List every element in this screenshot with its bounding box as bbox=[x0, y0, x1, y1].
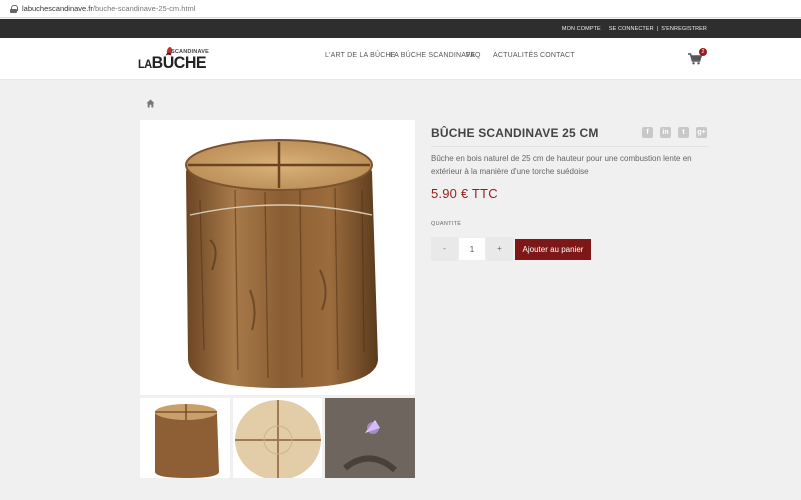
google-plus-icon[interactable]: g+ bbox=[696, 127, 707, 138]
my-account-link[interactable]: MON COMPTE bbox=[562, 26, 601, 32]
nav-item-art-de-la-buche[interactable]: L'ART DE LA BÛCHE bbox=[325, 52, 396, 59]
link-separator: | bbox=[656, 25, 659, 32]
quantity-decrease-button[interactable]: - bbox=[431, 237, 458, 261]
login-link[interactable]: SE CONNECTER bbox=[609, 26, 654, 32]
home-icon[interactable] bbox=[146, 95, 155, 108]
product-main-image[interactable] bbox=[140, 120, 415, 395]
url-path: /buche-scandinave-25-cm.html bbox=[92, 4, 196, 13]
top-bar: MON COMPTE SE CONNECTER | S'ENREGISTRER bbox=[0, 19, 801, 38]
main-nav: L'ART DE LA BÛCHE LA BÛCHE SCANDINAVE FA… bbox=[0, 52, 801, 66]
thumbnail-log-side[interactable] bbox=[140, 398, 230, 478]
quantity-label: QUANTITÉ bbox=[431, 221, 462, 227]
cart-count-badge: 2 bbox=[699, 48, 707, 56]
product-title: BÛCHE SCANDINAVE 25 CM bbox=[431, 126, 599, 140]
quantity-increase-button[interactable]: + bbox=[486, 237, 513, 261]
product-thumbnails bbox=[140, 398, 416, 478]
register-link[interactable]: S'ENREGISTRER bbox=[661, 26, 707, 32]
product-price: 5.90 € TTC bbox=[431, 186, 498, 201]
lock-icon bbox=[10, 4, 18, 13]
url-domain: labuchescandinave.fr bbox=[22, 4, 93, 13]
facebook-icon[interactable]: f bbox=[642, 127, 653, 138]
nav-item-la-buche-scandinave[interactable]: LA BÛCHE SCANDINAVE bbox=[390, 52, 475, 59]
nav-item-faq[interactable]: FAQ bbox=[466, 52, 481, 59]
twitter-icon[interactable]: t bbox=[678, 127, 689, 138]
nav-item-actualites[interactable]: ACTUALITÉS bbox=[493, 52, 538, 59]
url-text[interactable]: labuchescandinave.fr/buche-scandinave-25… bbox=[22, 4, 195, 13]
nav-item-contact[interactable]: CONTACT bbox=[540, 52, 575, 59]
thumbnail-log-burning[interactable] bbox=[325, 398, 416, 478]
title-divider bbox=[431, 146, 708, 147]
linkedin-icon[interactable]: in bbox=[660, 127, 671, 138]
product-description: Bûche en bois naturel de 25 cm de hauteu… bbox=[431, 154, 692, 176]
browser-address-bar[interactable]: labuchescandinave.fr/buche-scandinave-25… bbox=[0, 0, 801, 18]
add-to-cart-button[interactable]: Ajouter au panier bbox=[515, 239, 591, 260]
quantity-input[interactable] bbox=[458, 237, 486, 261]
account-links: MON COMPTE SE CONNECTER | S'ENREGISTRER bbox=[554, 19, 707, 38]
thumbnail-log-top[interactable] bbox=[232, 398, 323, 478]
